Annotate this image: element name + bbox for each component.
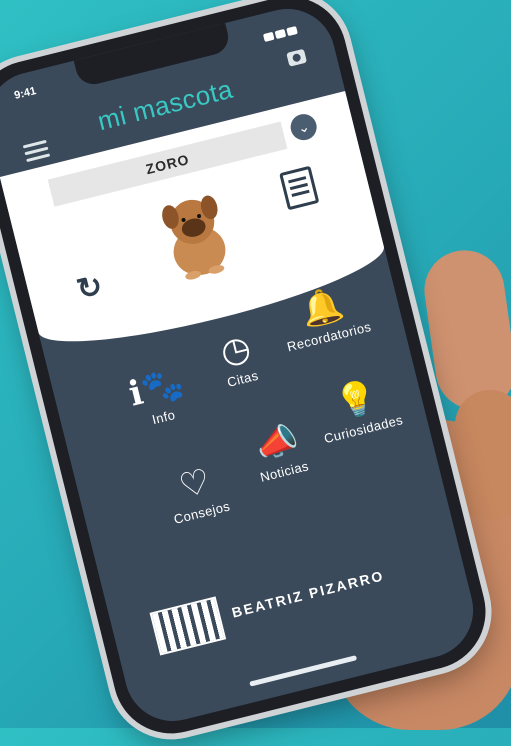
author-name: BEATRIZ PIZARRO: [230, 567, 386, 621]
status-icons: [260, 21, 298, 42]
menu-consejos[interactable]: ♡ Consejos: [146, 454, 247, 531]
home-indicator[interactable]: [249, 655, 358, 687]
chevron-down-icon[interactable]: ⌄: [287, 111, 320, 143]
hand-finger: [419, 245, 511, 415]
author-logo: [149, 596, 227, 656]
status-time: 9:41: [13, 84, 38, 102]
dog-photo: [162, 195, 226, 280]
notes-icon[interactable]: [279, 165, 320, 211]
phone: 9:41 mi mascota ZORO ⌄ ↻ ℹ🐾 Info ◷ Citas…: [0, 0, 498, 746]
hand-finger-lower: [455, 390, 511, 520]
menu-curiosidades[interactable]: 💡 Curiosidades: [301, 369, 416, 449]
refresh-icon[interactable]: ↻: [73, 268, 106, 308]
app-footer: BEATRIZ PIZARRO: [148, 536, 440, 663]
phone-screen: 9:41 mi mascota ZORO ⌄ ↻ ℹ🐾 Info ◷ Citas…: [0, 0, 484, 732]
